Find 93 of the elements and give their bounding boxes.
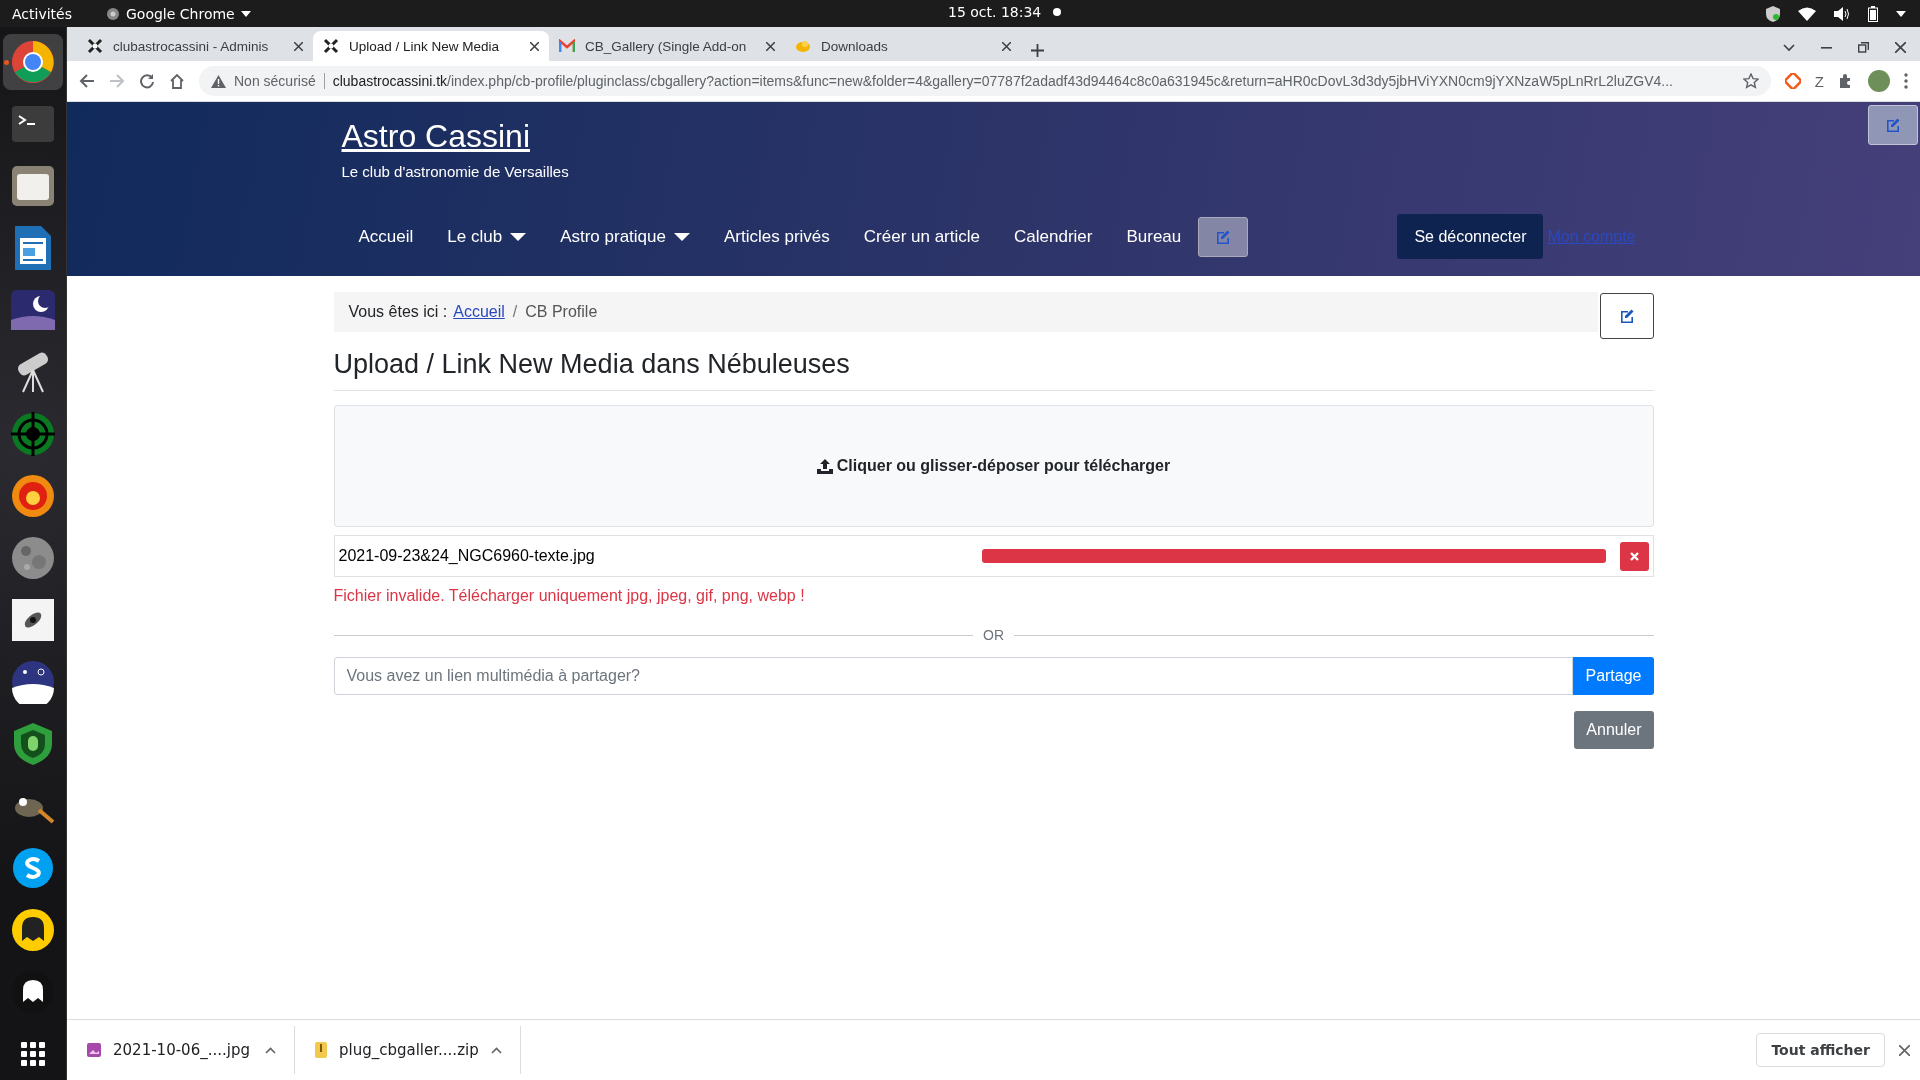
nav-item[interactable]: Accueil [341,226,431,247]
close-icon[interactable] [294,41,303,51]
avatar[interactable] [1868,70,1890,92]
notification-dot [1053,8,1062,16]
breadcrumb-separator: / [511,303,519,321]
breadcrumb-label: Vous êtes ici : [348,303,448,321]
running-dot [4,60,9,65]
page-heading: Upload / Link New Media dans Nébuleuses [333,349,1654,391]
site-icon [795,38,811,54]
archive-file-icon [315,1042,327,1058]
caret-icon [674,232,690,241]
galaxy-icon[interactable] [12,599,54,641]
remove-button[interactable] [1619,541,1649,571]
close-icon[interactable] [1002,41,1011,51]
breadcrumb-current: CB Profile [525,303,598,321]
nav-item[interactable]: Calendrier [997,226,1110,247]
ghost-icon[interactable] [11,908,55,952]
extension-icon[interactable] [1784,73,1801,89]
minimize-icon[interactable] [1821,46,1832,49]
night-sky-icon[interactable] [11,290,55,330]
nav-item[interactable]: Astro pratique [543,226,707,247]
nav-item[interactable]: Le club [430,226,544,247]
browser-tab[interactable]: CB_Gallery (Single Add-on [549,31,785,61]
mail-icon [559,39,575,53]
app-icon [106,6,120,21]
browser-tab[interactable]: clubastrocassini - Adminis [77,31,313,61]
activities-button[interactable]: Activités [12,5,72,22]
menu-icon[interactable] [1904,73,1908,89]
logo-icon [87,38,103,54]
wifi-icon[interactable] [1798,6,1816,21]
new-tab-icon[interactable] [1031,44,1044,57]
edit-button[interactable] [1198,216,1249,257]
chevron-icon[interactable] [491,1046,502,1054]
starry-dome-icon[interactable] [11,660,55,704]
clock[interactable]: 15 oct. 18:34 [948,4,1042,20]
nav-item[interactable]: Créer un article [846,226,997,247]
address-bar[interactable]: Non sécurisé clubastrocassini.tk/index.php/cb-profile/pluginclass/cbgallery?action=items&func=new&folder=4&gallery=07787f2adadf43d94464c8c0a631945c&return=aHR0cDovL3d3dy5jbHViYXN0cm9jYXNzaW5pLnRrL2luZGV4... [199,66,1771,96]
upload-icon [816,458,833,474]
divider-label: OR [983,627,1004,643]
site-title[interactable]: Astro Cassini [341,118,530,155]
logo-icon [323,38,339,54]
cancel-button[interactable]: Annuler [1574,711,1654,749]
close-icon[interactable] [1899,1044,1910,1056]
warning-icon [211,74,226,88]
site-tagline: Le club d'astronomie de Versailles [341,163,570,180]
edit-icon [1618,308,1635,324]
chat-icon[interactable] [12,847,54,889]
folder-icon[interactable] [12,166,54,206]
star-icon[interactable] [1742,73,1759,89]
chevron-icon[interactable] [1783,43,1795,52]
file-name: 2021-09-23&24_NGC6960-texte.jpg [338,547,596,565]
extension-button[interactable]: Z [1814,72,1824,90]
breadcrumb-link[interactable]: Accueil [453,303,505,321]
terminal-icon[interactable] [12,106,54,142]
upload-dropzone[interactable]: Cliquer ou glisser-déposer pour télécharger [333,405,1654,527]
back-icon[interactable] [79,73,95,89]
volume-icon[interactable] [1834,6,1850,21]
edit-icon [1885,117,1901,133]
image-file-icon [87,1043,101,1057]
nav-item[interactable]: Articles privés [707,226,847,247]
close-icon[interactable] [766,41,775,51]
download-item[interactable]: 2021-10-06_....jpg [113,1041,253,1059]
browser-icon[interactable] [11,40,55,84]
reload-icon[interactable] [139,73,155,89]
restore-icon[interactable] [1858,42,1869,53]
browser-tab[interactable]: Upload / Link New Media [313,31,549,61]
link-input[interactable]: Vous avez un lien multimédia à partager? [333,657,1574,695]
share-button[interactable]: Partage [1573,657,1654,695]
browser-tab[interactable]: Downloads [785,31,1021,61]
edit-icon [1215,228,1232,245]
close-icon[interactable] [1895,42,1906,53]
edit-button[interactable] [1599,293,1654,339]
app-menu[interactable]: Google Chrome [126,5,235,22]
download-item[interactable]: plug_cbgaller....zip [339,1041,479,1059]
shield-icon[interactable] [13,722,53,766]
crosshair-icon[interactable] [11,412,55,456]
caret-icon [510,232,527,241]
close-icon[interactable] [530,41,539,51]
nav-item[interactable]: Bureau [1109,226,1199,247]
shield-icon[interactable] [1766,5,1780,22]
close-icon [1629,551,1639,561]
show-all-button[interactable]: Tout afficher [1756,1033,1885,1067]
document-icon[interactable] [15,226,51,270]
moon-icon[interactable] [11,536,55,580]
caret-icon[interactable] [1896,10,1906,17]
flame-icon[interactable] [11,474,55,518]
logout-button[interactable]: Se déconnecter [1397,214,1544,259]
error-message: Fichier invalide. Télécharger uniquement jpg, jpeg, gif, png, webp ! [333,587,806,605]
chevron-icon[interactable] [265,1046,276,1054]
battery-icon[interactable] [1868,5,1878,22]
home-icon[interactable] [169,73,185,89]
caret-icon [240,10,251,17]
app-grid-icon[interactable] [21,1042,45,1066]
